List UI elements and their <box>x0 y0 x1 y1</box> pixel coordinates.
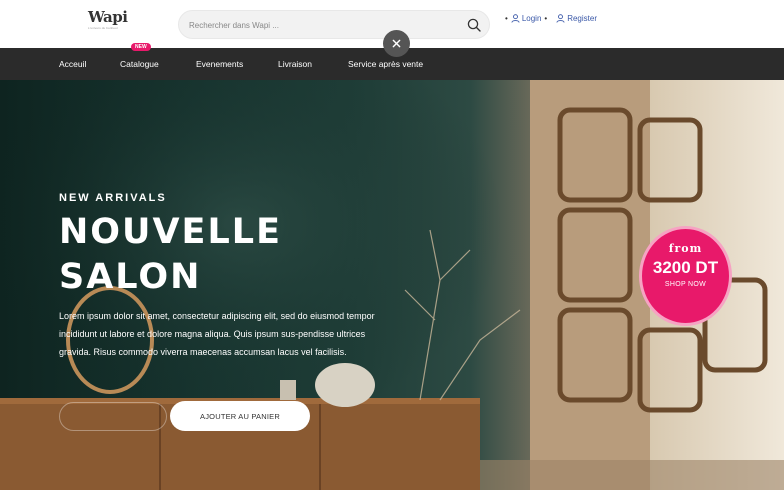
nav-item-catalogue[interactable]: Catalogue <box>120 59 159 69</box>
logo[interactable]: Wapi L'univers du bonheur <box>88 10 128 34</box>
promo-price: 3200 DT <box>652 258 719 277</box>
separator-dot: • <box>505 14 508 23</box>
search-bar <box>178 10 490 39</box>
register-link[interactable]: Register <box>556 14 597 23</box>
add-to-cart-button[interactable]: AJOUTER AU PANIER <box>170 401 310 431</box>
promo-badge[interactable]: from 3200 DT SHOP NOW <box>639 226 732 326</box>
hero-title-line-1: NOUVELLE <box>59 212 282 252</box>
logo-wordmark: Wapi <box>88 8 128 26</box>
nav-item-livraison[interactable]: Livraison <box>278 59 312 69</box>
register-label: Register <box>567 14 597 23</box>
user-icon <box>556 14 565 23</box>
shop-now-link[interactable]: SHOP NOW <box>642 281 729 288</box>
promo-from-label: from <box>668 242 703 255</box>
login-label: Login <box>521 14 542 23</box>
login-link[interactable]: Login <box>511 14 542 23</box>
logo-tagline: L'univers du bonheur <box>88 26 118 30</box>
separator-dot: • <box>544 14 548 23</box>
nav-item-evenements[interactable]: Evenements <box>196 59 243 69</box>
hero-secondary-button[interactable] <box>59 402 167 431</box>
auth-links: • Login • Register <box>502 14 597 23</box>
new-badge: NEW <box>131 43 151 51</box>
hero-title-line-2: SALON <box>59 257 202 297</box>
hero-title: NOUVELLE SALON <box>59 210 282 300</box>
search-icon <box>467 18 481 32</box>
hero-description: Lorem ipsum dolor sit amet, consectetur … <box>59 311 375 357</box>
hero-eyebrow: NEW ARRIVALS <box>59 192 167 204</box>
search-button[interactable] <box>465 16 483 34</box>
hero-banner: NEW ARRIVALS NOUVELLE SALON Lorem ipsum … <box>0 80 784 490</box>
nav-item-acceuil[interactable]: Acceuil <box>59 59 86 69</box>
clear-search-button[interactable] <box>383 30 410 57</box>
search-input[interactable] <box>189 16 449 34</box>
user-icon <box>511 14 520 23</box>
close-icon <box>392 39 401 48</box>
nav-item-service-apres-vente[interactable]: Service après vente <box>348 59 423 69</box>
